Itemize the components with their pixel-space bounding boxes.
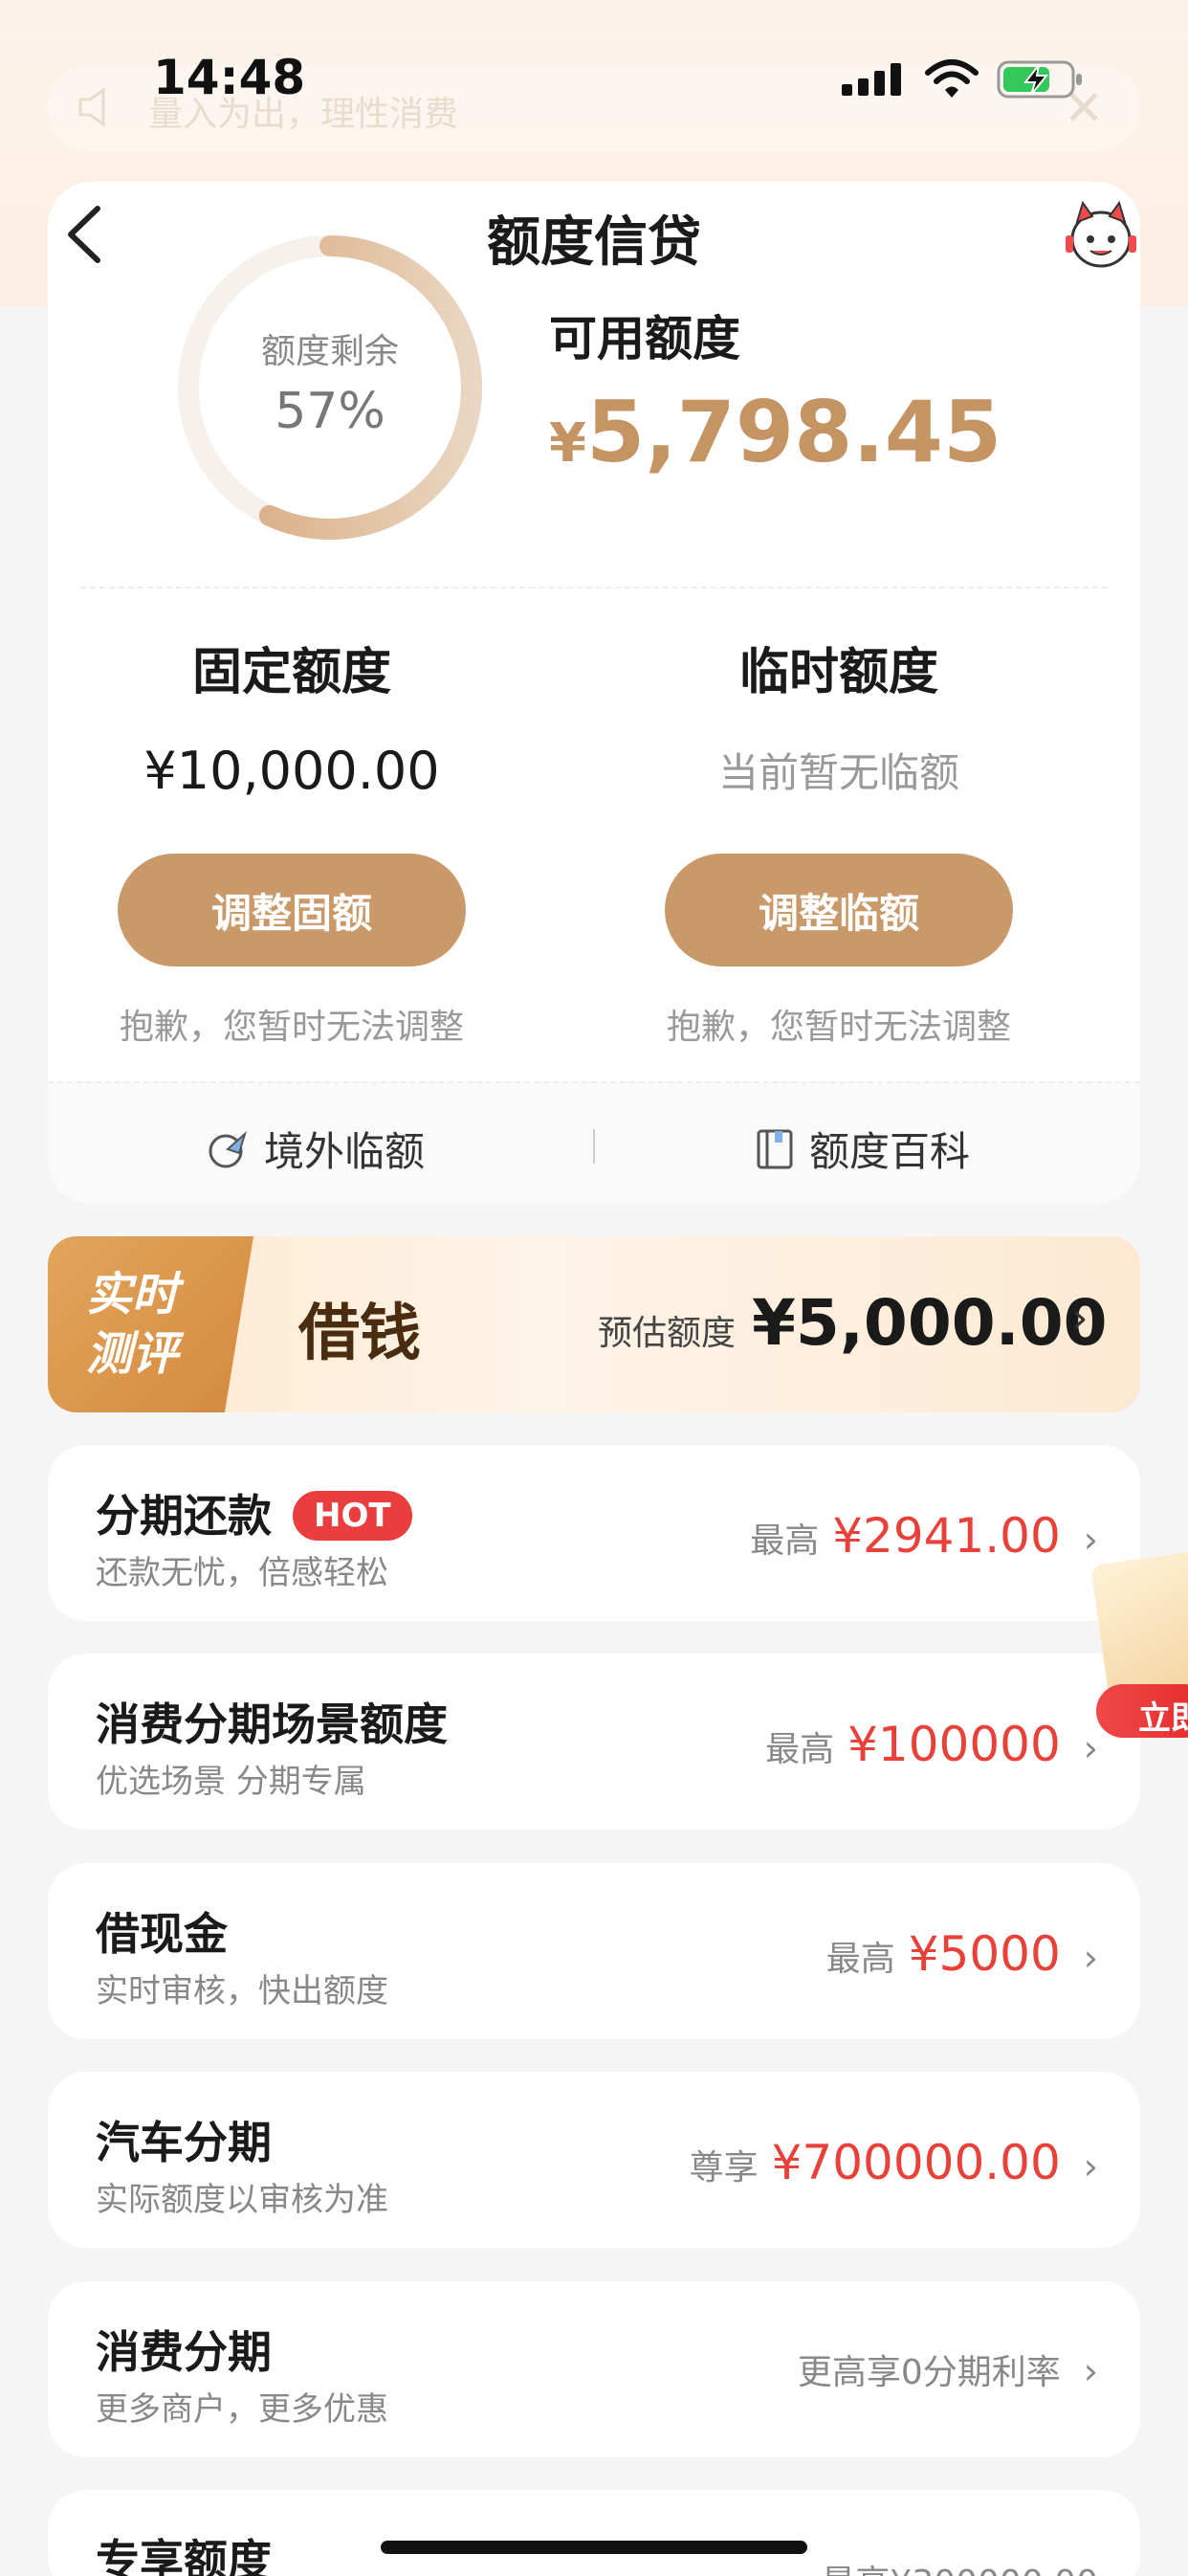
- product-card-exclusive-limit[interactable]: 专享额度 最高¥300000.00: [48, 2490, 1140, 2576]
- product-limit: 尊享 ¥700000.00 ›: [690, 2135, 1098, 2190]
- ring-label: 额度剩余: [260, 332, 399, 371]
- battery-charging-icon: [997, 60, 1082, 99]
- estimate-value: ¥5,000.00: [752, 1286, 1108, 1360]
- overseas-limit-label: 境外临额: [264, 1128, 426, 1175]
- page-title: 额度信贷: [487, 211, 701, 274]
- temp-limit-title: 临时额度: [738, 644, 938, 701]
- chevron-right-icon: ›: [1083, 2350, 1098, 2392]
- product-limit: 最高 ¥5000 ›: [826, 1926, 1098, 1982]
- product-title: 汽车分期: [96, 2117, 272, 2168]
- hot-badge: HOT: [293, 1490, 412, 1541]
- product-title: 消费分期场景额度: [96, 1699, 448, 1750]
- status-time: 14:48: [153, 50, 306, 105]
- product-limit: 最高¥300000.00: [821, 2555, 1098, 2576]
- globe-plane-icon: [209, 1130, 247, 1167]
- tag-line-1: 实时: [86, 1268, 179, 1321]
- product-card-consumer-installment[interactable]: 消费分期 更多商户，更多优惠 更高享0分期利率 ›: [48, 2281, 1140, 2457]
- temp-limit-section: 临时额度 当前暂无临额 调整临额 抱歉，您暂时无法调整: [628, 632, 1049, 1049]
- divider: [80, 587, 1108, 588]
- adjust-temp-button[interactable]: 调整临额: [665, 854, 1013, 966]
- limit-amount: ¥2941.00: [832, 1508, 1061, 1564]
- fixed-limit-value: ¥10,000.00: [143, 741, 440, 801]
- chevron-right-icon: ›: [1083, 1937, 1098, 1979]
- product-card-consumer-scene[interactable]: 消费分期场景额度 优选场景 分期专属 最高 ¥100000 ›: [48, 1654, 1140, 1830]
- book-icon: [757, 1129, 793, 1168]
- temp-limit-value: 当前暂无临额: [717, 749, 959, 796]
- available-amount: ¥5,798.45: [549, 383, 1001, 481]
- available-amount-value: 5,798.45: [585, 383, 1002, 481]
- fixed-limit-section: 固定额度 ¥10,000.00 调整固额 抱歉，您暂时无法调整: [81, 632, 502, 1049]
- product-subtitle: 更多商户，更多优惠: [96, 2390, 388, 2429]
- product-subtitle: 优选场景 分期专属: [96, 1763, 366, 1801]
- card-footer: 境外临额 额度百科: [48, 1081, 1140, 1204]
- limit-prefix: 最高: [765, 1730, 835, 1769]
- limit-prefix: 最高: [750, 1521, 820, 1561]
- limit-prefix: 更高享0分期利率: [797, 2353, 1061, 2392]
- product-title: 借现金: [96, 1908, 228, 1960]
- product-subtitle: 还款无忧，倍感轻松: [96, 1554, 388, 1592]
- tag-line-2: 测评: [86, 1327, 179, 1381]
- limit-prefix: 尊享: [689, 2148, 759, 2187]
- adjust-fixed-button[interactable]: 调整固额: [118, 854, 466, 966]
- limit-amount: ¥5000: [908, 1926, 1061, 1982]
- product-title: 分期还款 HOT: [96, 1481, 412, 1544]
- banner-title: 借钱: [298, 1299, 421, 1369]
- product-limit: 更高享0分期利率 ›: [798, 2344, 1098, 2394]
- overseas-limit-link[interactable]: 境外临额: [207, 1120, 425, 1178]
- product-card-installment-repay[interactable]: 分期还款 HOT 还款无忧，倍感轻松 最高 ¥2941.00 ›: [48, 1445, 1140, 1621]
- wifi-icon: [925, 59, 979, 98]
- currency-symbol: ¥: [549, 412, 586, 475]
- limit-prefix: 最高: [825, 1940, 895, 1979]
- status-bar: 14:48: [0, 0, 1188, 163]
- product-card-auto-installment[interactable]: 汽车分期 实际额度以审核为准 尊享 ¥700000.00 ›: [48, 2072, 1140, 2248]
- limit-amount: ¥100000: [847, 1717, 1061, 1772]
- limit-prefix: 最高¥300000.00: [821, 2555, 1098, 2576]
- estimate-label: 预估额度: [598, 1314, 737, 1353]
- ring-value: 57%: [275, 383, 385, 440]
- realtime-eval-tag: 实时 测评: [48, 1236, 253, 1412]
- product-title: 专享额度: [96, 2535, 272, 2576]
- product-title-text: 分期还款: [96, 1490, 272, 1542]
- product-subtitle: 实际额度以审核为准: [96, 2181, 388, 2219]
- available-label: 可用额度: [549, 311, 740, 366]
- cellular-signal-icon: [842, 63, 901, 96]
- credit-card: 额度剩余 57% 可用额度 ¥5,798.45 固定额度 ¥10,000.00 …: [48, 182, 1140, 1204]
- promo-button[interactable]: 立即: [1096, 1684, 1188, 1738]
- product-limit: 最高 ¥2941.00 ›: [750, 1508, 1098, 1564]
- limit-amount: ¥700000.00: [771, 2135, 1061, 2190]
- home-indicator[interactable]: [381, 2541, 807, 2554]
- product-limit: 最高 ¥100000 ›: [765, 1717, 1098, 1772]
- chevron-right-icon: ›: [1083, 2145, 1098, 2187]
- chevron-right-icon: ›: [1071, 1294, 1089, 1343]
- product-subtitle: 实时审核，快出额度: [96, 1972, 388, 2010]
- fixed-limit-note: 抱歉，您暂时无法调整: [119, 1008, 464, 1047]
- limit-wiki-label: 额度百科: [809, 1128, 971, 1175]
- product-card-cash-loan[interactable]: 借现金 实时审核，快出额度 最高 ¥5000 ›: [48, 1863, 1140, 2039]
- loan-evaluation-banner[interactable]: 实时 测评 借钱 预估额度 ¥5,000.00 ›: [48, 1236, 1140, 1412]
- product-title: 消费分期: [96, 2326, 272, 2378]
- mascot-service-icon[interactable]: [1062, 197, 1140, 274]
- floating-promo[interactable]: 立即: [1090, 1531, 1188, 1742]
- limit-wiki-link[interactable]: 额度百科: [756, 1120, 970, 1178]
- temp-limit-note: 抱歉，您暂时无法调整: [666, 1008, 1011, 1047]
- fixed-limit-title: 固定额度: [191, 644, 391, 701]
- footer-divider: [593, 1129, 595, 1164]
